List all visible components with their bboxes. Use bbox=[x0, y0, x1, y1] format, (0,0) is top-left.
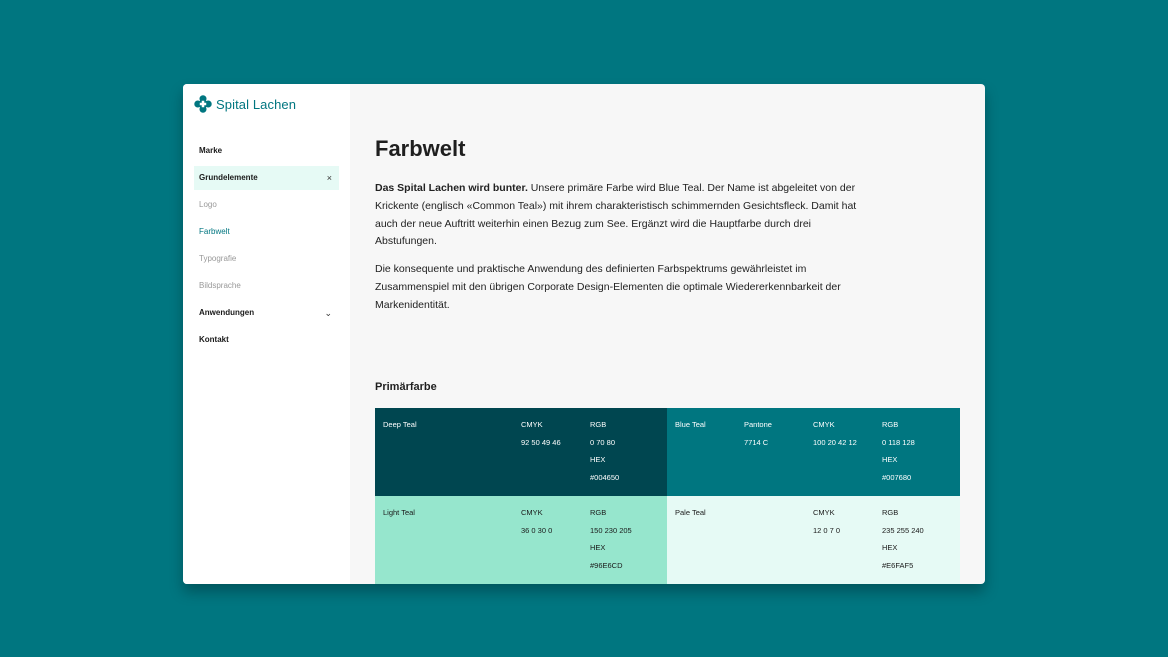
swatch-light-teal: Light Teal CMYK 36 0 30 0 RGB 150 230 20… bbox=[375, 496, 667, 584]
swatch-pale-teal: Pale Teal CMYK 12 0 7 0 RGB 235 255 240 … bbox=[667, 496, 960, 584]
swatch-name: Deep Teal bbox=[383, 420, 417, 429]
cmyk-column: CMYK 100 20 42 12 bbox=[813, 416, 857, 451]
color-swatch-grid: Deep Teal CMYK 92 50 49 46 RGB 0 70 80 H… bbox=[375, 408, 960, 584]
sidebar-subitem-bildsprache[interactable]: Bildsprache bbox=[194, 274, 339, 298]
cmyk-label: CMYK bbox=[813, 508, 835, 517]
cmyk-value: 36 0 30 0 bbox=[521, 525, 553, 535]
body-paragraph: Die konsequente und praktische Anwendung… bbox=[375, 263, 841, 311]
sidebar-item-label: Typografie bbox=[199, 254, 237, 263]
hex-label: HEX bbox=[590, 543, 606, 553]
hex-label: HEX bbox=[882, 543, 898, 553]
sidebar-item-label: Marke bbox=[199, 146, 223, 155]
close-icon[interactable]: × bbox=[327, 166, 332, 190]
swatch-blue-teal: Blue Teal Pantone 7714 C CMYK 100 20 42 … bbox=[667, 408, 960, 496]
cmyk-column: CMYK 92 50 49 46 bbox=[521, 416, 561, 451]
flower-cross-icon bbox=[194, 95, 212, 113]
pantone-column: Pantone 7714 C bbox=[744, 416, 772, 451]
sidebar: Spital Lachen Marke Grundelemente × Logo… bbox=[183, 84, 350, 584]
rgb-label: RGB bbox=[882, 420, 899, 429]
cmyk-column: CMYK 12 0 7 0 bbox=[813, 504, 840, 539]
sidebar-item-label: Kontakt bbox=[199, 335, 229, 344]
chevron-down-icon[interactable]: ⌄ bbox=[324, 301, 332, 325]
sidebar-subitem-farbwelt[interactable]: Farbwelt bbox=[194, 220, 339, 244]
sidebar-item-label: Logo bbox=[199, 200, 217, 209]
cmyk-label: CMYK bbox=[521, 508, 543, 517]
cmyk-label: CMYK bbox=[521, 420, 543, 429]
section-title: Primärfarbe bbox=[375, 381, 437, 393]
page-title: Farbwelt bbox=[375, 136, 466, 161]
swatch-name: Blue Teal bbox=[675, 420, 706, 429]
cmyk-value: 100 20 42 12 bbox=[813, 437, 857, 447]
brand-logo[interactable]: Spital Lachen bbox=[194, 95, 296, 113]
sidebar-item-kontakt[interactable]: Kontakt bbox=[194, 328, 339, 352]
sidebar-item-label: Farbwelt bbox=[199, 227, 230, 236]
cmyk-column: CMYK 36 0 30 0 bbox=[521, 504, 552, 539]
browser-window: Spital Lachen Marke Grundelemente × Logo… bbox=[183, 84, 985, 584]
sidebar-item-label: Bildsprache bbox=[199, 281, 241, 290]
rgb-label: RGB bbox=[882, 508, 899, 517]
sidebar-item-label: Anwendungen bbox=[199, 308, 255, 317]
hex-value: #007680 bbox=[882, 472, 912, 482]
intro-paragraph: Das Spital Lachen wird bunter. Unsere pr… bbox=[375, 180, 865, 251]
swatch-name: Light Teal bbox=[383, 508, 415, 517]
rgb-value: 235 255 240 bbox=[882, 525, 924, 535]
rgb-hex-column: RGB 150 230 205 HEX #96E6CD bbox=[590, 504, 632, 574]
rgb-hex-column: RGB 235 255 240 HEX #E6FAF5 bbox=[882, 504, 924, 574]
sidebar-nav: Marke Grundelemente × Logo Farbwelt Typo… bbox=[194, 139, 339, 355]
rgb-hex-column: RGB 0 70 80 HEX #004650 bbox=[590, 416, 619, 486]
brand-name: Spital Lachen bbox=[216, 96, 297, 112]
rgb-hex-column: RGB 0 118 128 HEX #007680 bbox=[882, 416, 915, 486]
hex-value: #E6FAF5 bbox=[882, 560, 914, 570]
sidebar-item-label: Grundelemente bbox=[199, 173, 258, 182]
cmyk-label: CMYK bbox=[813, 420, 835, 429]
hex-label: HEX bbox=[882, 455, 898, 465]
sidebar-item-anwendungen[interactable]: Anwendungen ⌄ bbox=[194, 301, 339, 325]
hex-value: #004650 bbox=[590, 472, 620, 482]
rgb-label: RGB bbox=[590, 420, 607, 429]
cmyk-value: 12 0 7 0 bbox=[813, 525, 841, 535]
swatch-deep-teal: Deep Teal CMYK 92 50 49 46 RGB 0 70 80 H… bbox=[375, 408, 667, 496]
sidebar-item-grundelemente[interactable]: Grundelemente × bbox=[194, 166, 339, 190]
rgb-value: 0 118 128 bbox=[882, 437, 915, 447]
hex-label: HEX bbox=[590, 455, 606, 465]
pantone-label: Pantone bbox=[744, 420, 772, 429]
cmyk-value: 92 50 49 46 bbox=[521, 437, 561, 447]
rgb-value: 150 230 205 bbox=[590, 525, 632, 535]
sidebar-subitem-logo[interactable]: Logo bbox=[194, 193, 339, 217]
rgb-value: 0 70 80 bbox=[590, 437, 616, 447]
pantone-value: 7714 C bbox=[744, 437, 769, 447]
swatch-name: Pale Teal bbox=[675, 508, 706, 517]
intro-lead: Das Spital Lachen wird bunter. bbox=[375, 182, 528, 194]
sidebar-item-marke[interactable]: Marke bbox=[194, 139, 339, 163]
main-content: Farbwelt Das Spital Lachen wird bunter. … bbox=[350, 84, 985, 584]
rgb-label: RGB bbox=[590, 508, 607, 517]
hex-value: #96E6CD bbox=[590, 560, 623, 570]
sidebar-subitem-typografie[interactable]: Typografie bbox=[194, 247, 339, 271]
